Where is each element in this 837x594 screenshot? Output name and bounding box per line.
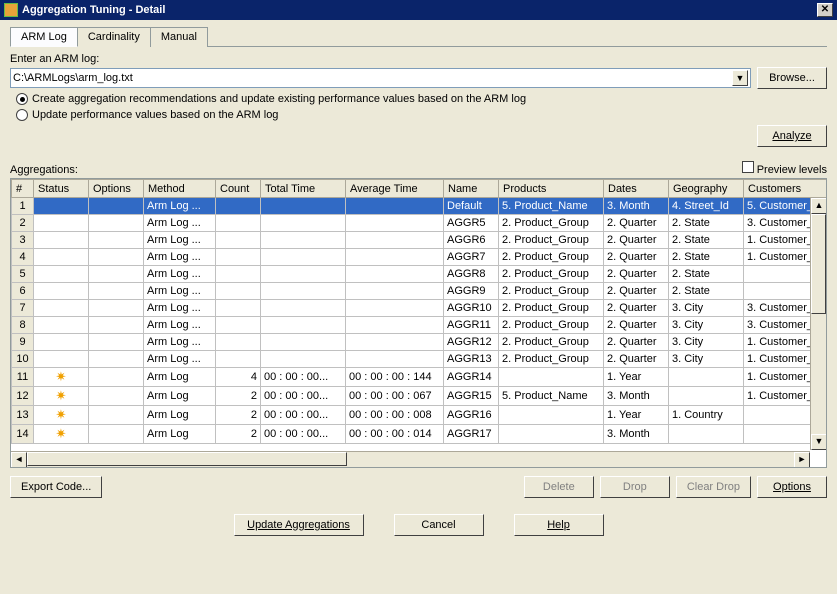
col-average-time[interactable]: Average Time — [346, 180, 444, 198]
arm-log-path-value: C:\ARMLogs\arm_log.txt — [13, 72, 133, 84]
table-row[interactable]: 14✷Arm Log200 : 00 : 00...00 : 00 : 00 :… — [12, 425, 828, 444]
table-row[interactable]: 2Arm Log ...AGGR52. Product_Group2. Quar… — [12, 215, 828, 232]
scroll-right-icon[interactable]: ► — [794, 452, 810, 468]
table-row[interactable]: 13✷Arm Log200 : 00 : 00...00 : 00 : 00 :… — [12, 406, 828, 425]
new-aggregation-icon: ✷ — [56, 388, 67, 403]
preview-levels-checkbox[interactable] — [742, 161, 754, 173]
table-row[interactable]: 10Arm Log ...AGGR132. Product_Group2. Qu… — [12, 351, 828, 368]
chevron-down-icon[interactable]: ▼ — [732, 70, 748, 86]
col-geography[interactable]: Geography — [669, 180, 744, 198]
scroll-up-icon[interactable]: ▲ — [811, 198, 827, 214]
options-button[interactable]: Options — [757, 476, 827, 498]
radio-create-recommendations[interactable]: Create aggregation recommendations and u… — [16, 93, 827, 105]
help-button[interactable]: Help — [514, 514, 604, 536]
table-row[interactable]: 4Arm Log ...AGGR72. Product_Group2. Quar… — [12, 249, 828, 266]
table-row[interactable]: 8Arm Log ...AGGR112. Product_Group2. Qua… — [12, 317, 828, 334]
horizontal-scrollbar[interactable]: ◄ ► — [11, 451, 810, 467]
table-row[interactable]: 12✷Arm Log200 : 00 : 00...00 : 00 : 00 :… — [12, 387, 828, 406]
col-customers[interactable]: Customers — [744, 180, 828, 198]
update-aggregations-button[interactable]: Update Aggregations — [234, 514, 364, 536]
grid-header-row: # Status Options Method Count Total Time… — [12, 180, 828, 198]
tab-bar: ARM Log Cardinality Manual — [10, 26, 827, 47]
radio-update-performance[interactable]: Update performance values based on the A… — [16, 109, 827, 121]
new-aggregation-icon: ✷ — [56, 426, 67, 441]
close-button[interactable]: ✕ — [817, 3, 833, 17]
arm-log-path-combo[interactable]: C:\ARMLogs\arm_log.txt ▼ — [10, 68, 751, 88]
col-options[interactable]: Options — [89, 180, 144, 198]
arm-log-label: Enter an ARM log: — [10, 53, 827, 65]
cancel-button[interactable]: Cancel — [394, 514, 484, 536]
scroll-left-icon[interactable]: ◄ — [11, 452, 27, 468]
col-number[interactable]: # — [12, 180, 34, 198]
col-dates[interactable]: Dates — [604, 180, 669, 198]
app-icon — [4, 3, 18, 17]
table-row[interactable]: 7Arm Log ...AGGR102. Product_Group2. Qua… — [12, 300, 828, 317]
scroll-down-icon[interactable]: ▼ — [811, 434, 827, 450]
aggregations-grid[interactable]: # Status Options Method Count Total Time… — [10, 178, 827, 468]
tab-arm-log[interactable]: ARM Log — [10, 27, 78, 47]
aggregations-label: Aggregations: — [10, 164, 78, 176]
preview-levels-label: Preview levels — [757, 164, 827, 176]
delete-button[interactable]: Delete — [524, 476, 594, 498]
new-aggregation-icon: ✷ — [56, 407, 67, 422]
col-method[interactable]: Method — [144, 180, 216, 198]
col-products[interactable]: Products — [499, 180, 604, 198]
table-row[interactable]: 1Arm Log ...Default5. Product_Name3. Mon… — [12, 198, 828, 215]
table-row[interactable]: 9Arm Log ...AGGR122. Product_Group2. Qua… — [12, 334, 828, 351]
col-status[interactable]: Status — [34, 180, 89, 198]
window-title: Aggregation Tuning - Detail — [22, 4, 165, 16]
title-bar: Aggregation Tuning - Detail ✕ — [0, 0, 837, 20]
drop-button[interactable]: Drop — [600, 476, 670, 498]
analyze-button[interactable]: Analyze — [757, 125, 827, 147]
tab-manual[interactable]: Manual — [150, 27, 208, 47]
table-row[interactable]: 6Arm Log ...AGGR92. Product_Group2. Quar… — [12, 283, 828, 300]
col-name[interactable]: Name — [444, 180, 499, 198]
browse-button[interactable]: Browse... — [757, 67, 827, 89]
col-count[interactable]: Count — [216, 180, 261, 198]
table-row[interactable]: 3Arm Log ...AGGR62. Product_Group2. Quar… — [12, 232, 828, 249]
clear-drop-button[interactable]: Clear Drop — [676, 476, 751, 498]
export-code-button[interactable]: Export Code... — [10, 476, 102, 498]
tab-cardinality[interactable]: Cardinality — [77, 27, 151, 47]
scroll-thumb-vertical[interactable] — [811, 214, 826, 314]
col-total-time[interactable]: Total Time — [261, 180, 346, 198]
new-aggregation-icon: ✷ — [56, 369, 67, 384]
table-row[interactable]: 5Arm Log ...AGGR82. Product_Group2. Quar… — [12, 266, 828, 283]
table-row[interactable]: 11✷Arm Log400 : 00 : 00...00 : 00 : 00 :… — [12, 368, 828, 387]
scroll-thumb-horizontal[interactable] — [27, 452, 347, 466]
vertical-scrollbar[interactable]: ▲ ▼ — [810, 198, 826, 450]
